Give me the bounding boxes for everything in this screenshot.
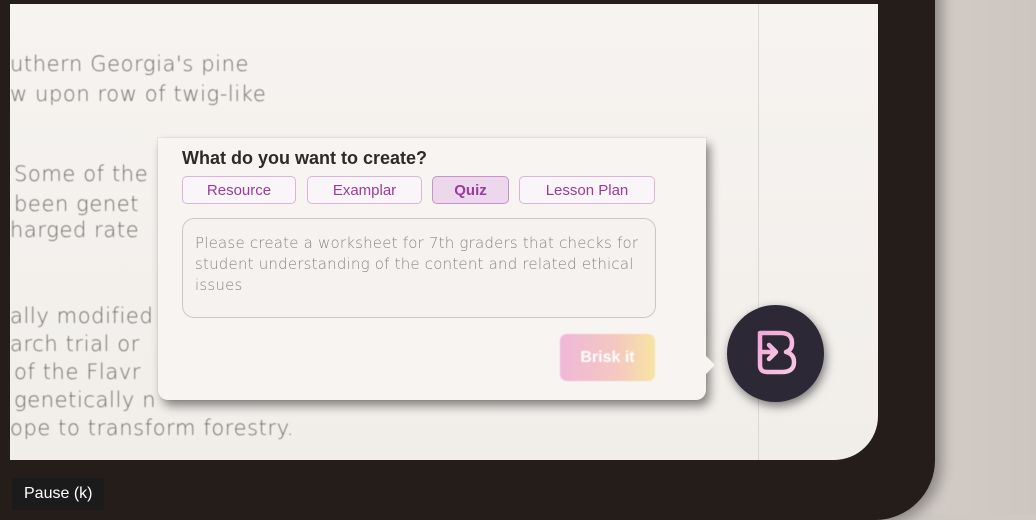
- popup-title: What do you want to create?: [182, 148, 428, 168]
- player-tooltip: Pause (k): [12, 478, 105, 510]
- document-line: Some of the: [14, 162, 149, 186]
- document-line: ally modified: [10, 304, 154, 328]
- document-line: of the Flavr: [14, 360, 142, 384]
- prompt-text: Please create a worksheet for 7th grader…: [195, 234, 639, 294]
- document-line: ope to transform forestry.: [10, 416, 295, 440]
- document-line: w upon row of twig-like: [10, 82, 267, 106]
- document-line: genetically n: [14, 388, 157, 412]
- document-line: uthern Georgia's pine: [10, 52, 250, 76]
- option-lesson-plan-button[interactable]: Lesson Plan: [519, 176, 655, 204]
- brisk-it-button[interactable]: Brisk it: [560, 334, 655, 381]
- prompt-textarea[interactable]: Please create a worksheet for 7th grader…: [182, 218, 656, 318]
- document-line: arch trial or: [10, 332, 140, 356]
- create-popup: What do you want to create? Resource Exa…: [158, 138, 715, 400]
- option-resource-button[interactable]: Resource: [182, 176, 296, 204]
- brisk-launcher-button[interactable]: [727, 305, 824, 402]
- option-quiz-button[interactable]: Quiz: [432, 176, 509, 204]
- document-line: harged rate: [10, 218, 140, 242]
- document-line: been genet: [14, 192, 140, 216]
- option-examplar-button[interactable]: Examplar: [307, 176, 422, 204]
- brisk-logo-icon: [751, 327, 801, 381]
